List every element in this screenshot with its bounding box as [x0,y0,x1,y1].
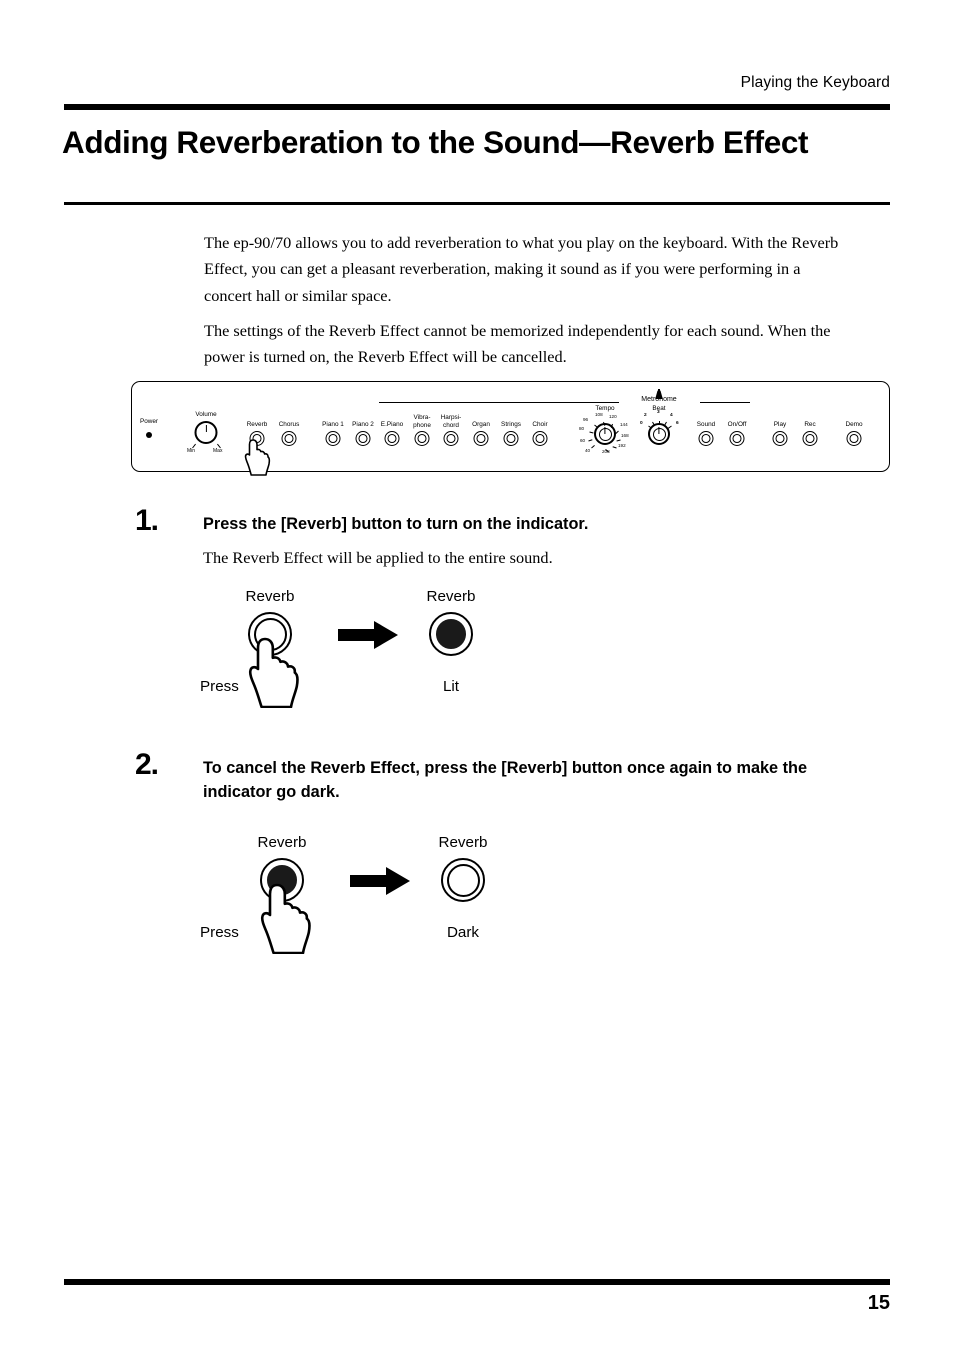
footer-rule [64,1279,890,1285]
figure-2-before-label: Reverb [257,834,307,851]
panel-label-chorus: Chorus [278,421,300,428]
panel-label-volume-max: Max [213,448,223,454]
panel-label-volume-min: Min [187,448,196,454]
panel-button-harpsichord[interactable] [443,431,459,446]
panel-button-demo[interactable] [846,431,862,446]
intro-paragraph-2: The settings of the Reverb Effect cannot… [204,321,831,367]
page-number: 15 [867,1292,890,1314]
figure-1-after-label: Reverb [426,588,476,605]
panel-label-on-off: On/Off [727,421,747,428]
figure-1-after-button [429,612,473,656]
arrow-right-icon [350,867,410,900]
panel-label-strings: Strings [501,421,521,428]
panel-button-organ[interactable] [473,431,489,446]
header-rule [64,104,890,110]
panel-button-chorus[interactable] [281,431,297,446]
panel-button-piano-1[interactable] [325,431,341,446]
pointing-hand-icon [260,882,318,959]
panel-label-organ: Organ [472,421,490,428]
panel-button-rec[interactable] [802,431,818,446]
step-2-figure: Reverb Press Reverb Dark [200,834,530,955]
beat-knob[interactable] [648,423,670,445]
step-2-number: 2. [135,748,159,781]
power-led-icon [146,432,152,438]
panel-button-e-piano[interactable] [384,431,400,446]
title-rule [64,202,890,205]
panel-label-vibraphone: Vibra-phone [413,414,431,429]
panel-button-choir[interactable] [532,431,548,446]
pointing-hand-icon [248,636,306,713]
panel-label-metronome: Metronome [641,396,677,403]
panel-label-piano-1: Piano 1 [322,421,344,428]
intro-paragraph-1: The ep-90/70 allows you to add reverbera… [204,233,839,305]
panel-label-demo: Demo [845,421,863,428]
panel-button-on-off[interactable] [729,431,745,446]
figure-2-after-label: Reverb [438,834,488,851]
step-1-body: The Reverb Effect will be applied to the… [203,548,553,567]
panel-button-play[interactable] [772,431,788,446]
panel-label-e-piano: E.Piano [380,421,404,428]
panel-label-volume: Volume [195,411,217,418]
panel-button-piano-2[interactable] [355,431,371,446]
figure-2-after-button [441,858,485,902]
step-1-number: 1. [135,504,159,537]
volume-knob[interactable] [194,421,218,444]
pointing-hand-icon [244,438,274,481]
panel-label-power: Power [139,418,159,425]
control-panel-illustration: Power Volume Min Max Reverb Chorus Piano… [131,381,890,476]
step-1-figure: Reverb Press Reverb Lit [200,588,530,709]
figure-1-after-state: Lit [442,678,460,695]
page-title: Adding Reverberation to the Sound—Reverb… [62,124,809,160]
panel-button-vibraphone[interactable] [414,431,430,446]
panel-label-piano-2: Piano 2 [352,421,374,428]
panel-button-strings[interactable] [503,431,519,446]
figure-2-before-state: Press [200,924,239,941]
panel-label-play: Play [773,421,787,428]
figure-1-before-label: Reverb [245,588,295,605]
manual-page: Playing the Keyboard Adding Reverberatio… [0,0,954,1351]
panel-label-harpsichord: Harpsi-chord [440,414,462,429]
running-head: Playing the Keyboard [740,74,890,91]
arrow-right-icon [338,621,398,654]
step-2-heading: To cancel the Reverb Effect, press the [… [203,759,808,802]
step-1-heading: Press the [Reverb] button to turn on the… [203,515,589,533]
panel-label-reverb: Reverb [246,421,268,428]
panel-label-choir: Choir [532,421,548,428]
panel-label-sound: Sound [696,421,716,428]
figure-1-before-state: Press [200,678,239,695]
panel-button-sound[interactable] [698,431,714,446]
figure-2-after-state: Dark [446,924,480,941]
panel-label-rec: Rec [804,421,816,428]
